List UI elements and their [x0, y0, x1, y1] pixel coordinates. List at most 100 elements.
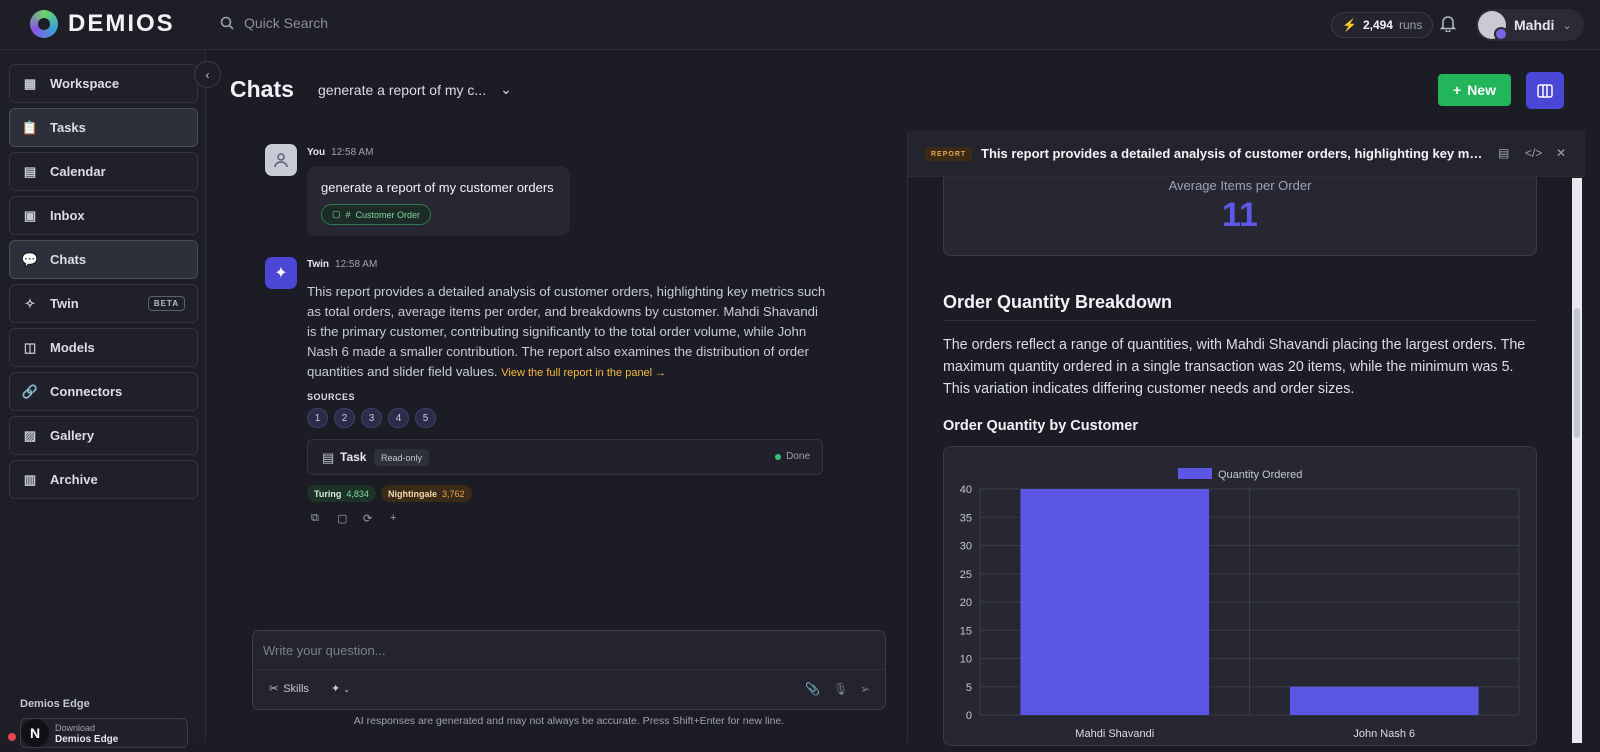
sparkle-icon: ✦ [331, 683, 341, 695]
x-tick-label: John Nash 6 [1353, 728, 1415, 740]
logo[interactable]: DEMIOS [30, 10, 175, 38]
read-only-badge: Read-only [374, 449, 430, 466]
cpu-icon: ◫ [23, 339, 37, 355]
sidebar-item-models[interactable]: ◫ Models [9, 328, 198, 367]
metric-value: 11 [1222, 196, 1258, 234]
clipboard-icon[interactable]: ▢ [337, 512, 347, 525]
image-icon: ▨ [23, 427, 37, 443]
quick-search[interactable]: Quick Search [220, 15, 328, 31]
chevron-left-icon: ‹ [205, 67, 210, 82]
user-avatar-icon [265, 144, 297, 176]
sidebar-item-twin[interactable]: ✧ Twin BETA [9, 284, 198, 323]
sidebar-item-calendar[interactable]: ▤ Calendar [9, 152, 198, 191]
mic-icon[interactable]: 🎙 [833, 682, 848, 696]
close-icon[interactable]: ✕ [1556, 146, 1566, 160]
x-tick-label: Mahdi Shavandi [1075, 728, 1154, 740]
edge-app-name: Demios Edge [55, 734, 119, 745]
send-icon[interactable]: ➢ [860, 682, 870, 696]
view-report-link[interactable]: View the full report in the panel → [501, 367, 666, 379]
skills-button[interactable]: ✂ Skills [269, 682, 309, 696]
sidebar-item-archive[interactable]: ▥ Archive [9, 460, 198, 499]
download-icon[interactable]: ▤ [1498, 146, 1509, 160]
plus-icon[interactable]: + [390, 512, 396, 524]
beta-badge: BETA [147, 296, 185, 311]
source-chip[interactable]: 4 [388, 408, 409, 428]
link-icon: 🔗 [21, 383, 39, 399]
sidebar-item-inbox[interactable]: ▣ Inbox [9, 196, 198, 235]
turing-label: Turing [314, 488, 342, 499]
edge-title: Demios Edge [20, 698, 90, 710]
clipboard-icon: ▤ [322, 450, 335, 465]
download-edge-card[interactable]: N Download Demios Edge [20, 718, 188, 748]
twin-message-text: This report provides a detailed analysis… [307, 282, 827, 383]
tools-icon: ✂ [269, 683, 279, 695]
turing-value: 4,834 [346, 488, 369, 499]
model-selector[interactable]: ✦ ⌄ [331, 682, 350, 695]
y-tick-label: 5 [966, 682, 972, 694]
y-tick-label: 40 [960, 484, 972, 496]
inbox-icon: ▣ [23, 207, 37, 223]
y-tick-label: 30 [960, 541, 972, 553]
nightingale-value: 3,762 [442, 488, 465, 499]
user-message-bubble: generate a report of my customer orders … [307, 166, 570, 236]
y-tick-label: 15 [960, 625, 972, 637]
top-bar: DEMIOS Quick Search ⚡ 2,494 runs Mahdi ⌄ [0, 0, 1600, 50]
clipboard-icon: 📋 [21, 119, 39, 135]
section-title: Order Quantity Breakdown [943, 292, 1173, 312]
bell-icon[interactable] [1439, 14, 1457, 37]
sidebar-item-label: Connectors [50, 384, 123, 399]
source-chip[interactable]: 3 [361, 408, 382, 428]
sidebar-item-label: Chats [50, 252, 87, 267]
runs-counter[interactable]: ⚡ 2,494 runs [1331, 12, 1434, 38]
runs-count: 2,494 [1362, 18, 1393, 32]
sidebar-item-gallery[interactable]: ▨ Gallery [9, 416, 198, 455]
refresh-icon[interactable]: ⟳ [363, 512, 372, 525]
source-chip[interactable]: 2 [334, 408, 355, 428]
scrollbar-thumb[interactable] [1574, 308, 1580, 438]
copy-icon[interactable]: ⧉ [311, 512, 319, 525]
message-author: You [307, 147, 326, 158]
sidebar-item-tasks[interactable]: 📋 Tasks [9, 108, 198, 147]
sidebar-item-workspace[interactable]: ▦ Workspace [9, 64, 198, 103]
sidebar-item-label: Gallery [50, 428, 95, 443]
user-menu[interactable]: Mahdi ⌄ [1476, 9, 1584, 41]
task-status: Done [775, 451, 810, 462]
answer-body: This report provides a detailed analysis… [307, 284, 826, 379]
customer-order-tag[interactable]: ▢ # Customer Order [321, 204, 432, 225]
task-card[interactable]: ▤ Task Read-only Done [307, 439, 823, 475]
toggle-panel-button[interactable] [1526, 72, 1564, 109]
message-time: 12:58 AM [335, 259, 378, 270]
sidebar-item-label: Twin [50, 296, 79, 311]
panel-scrollbar[interactable] [1572, 178, 1582, 743]
section-text: The orders reflect a range of quantities… [943, 337, 1526, 397]
hash-icon: # [345, 209, 351, 220]
task-label: Task [340, 450, 367, 464]
user-name: Mahdi [1514, 17, 1555, 33]
question-input[interactable]: Write your question... [263, 643, 386, 658]
nightingale-label: Nightingale [388, 488, 437, 499]
new-chat-button[interactable]: + New [1438, 74, 1511, 106]
turing-badge: Turing 4,834 [307, 485, 376, 502]
chat-selector[interactable]: generate a report of my c... ⌄ [318, 81, 512, 98]
source-chip[interactable]: 5 [415, 408, 436, 428]
attach-icon[interactable]: 📎 [805, 682, 820, 696]
sources-label: SOURCES [307, 392, 356, 402]
logo-mark-icon [30, 10, 58, 38]
code-icon[interactable]: </> [1525, 146, 1542, 160]
collapse-sidebar-button[interactable]: ‹ [194, 61, 221, 88]
sidebar-item-connectors[interactable]: 🔗 Connectors [9, 372, 198, 411]
notification-dot [8, 733, 16, 741]
status-text: Done [786, 451, 810, 462]
sidebar-item-label: Inbox [50, 208, 85, 223]
skills-label: Skills [283, 682, 309, 695]
report-title: This report provides a detailed analysis… [981, 146, 1489, 161]
sidebar-item-chats[interactable]: 💬 Chats [9, 240, 198, 279]
archive-icon: ▥ [23, 471, 37, 487]
brand-name: DEMIOS [68, 10, 175, 37]
twin-icon: ✧ [24, 295, 36, 311]
twin-message-meta: Twin 12:58 AM [307, 259, 377, 270]
message-time: 12:58 AM [331, 147, 374, 158]
bar-chart: 0 5 10 15 20 25 30 35 40 Mahdi Shavandi John Nash … [960, 468, 1520, 740]
source-chip[interactable]: 1 [307, 408, 328, 428]
chat-icon: 💬 [21, 251, 39, 267]
